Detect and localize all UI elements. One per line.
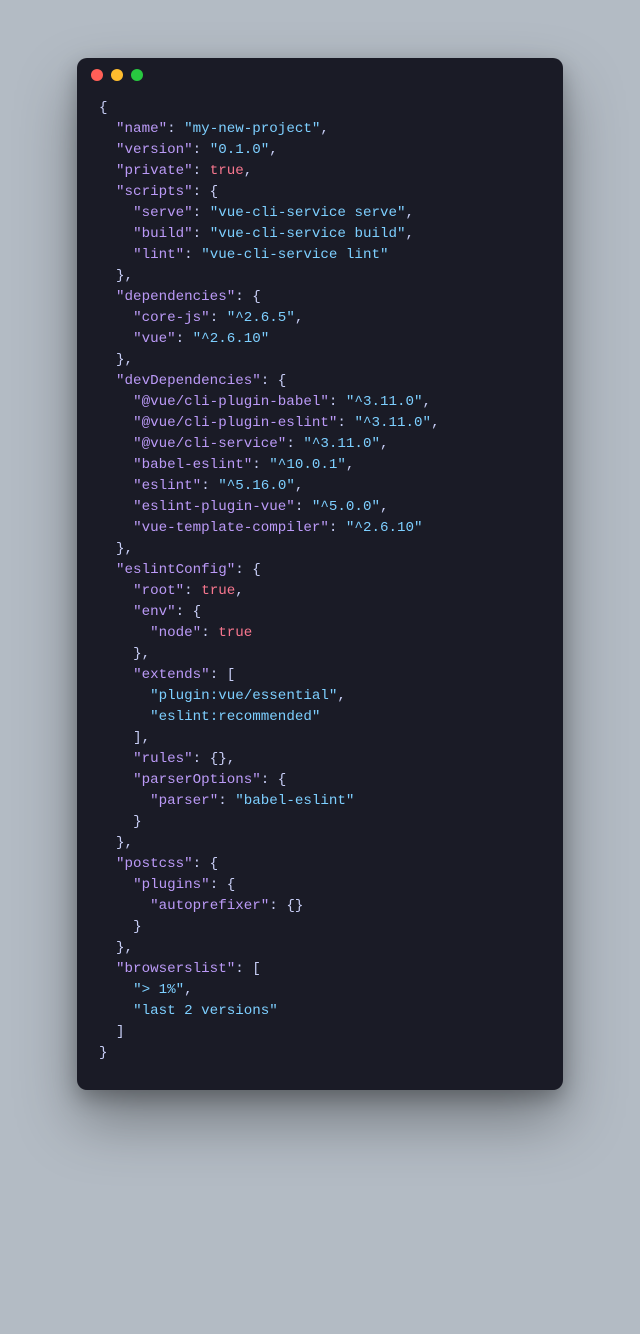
window-titlebar <box>77 58 563 92</box>
terminal-window: { "name": "my-new-project", "version": "… <box>77 58 563 1090</box>
close-icon[interactable] <box>91 69 103 81</box>
zoom-icon[interactable] <box>131 69 143 81</box>
code-content: { "name": "my-new-project", "version": "… <box>77 92 563 1068</box>
minimize-icon[interactable] <box>111 69 123 81</box>
